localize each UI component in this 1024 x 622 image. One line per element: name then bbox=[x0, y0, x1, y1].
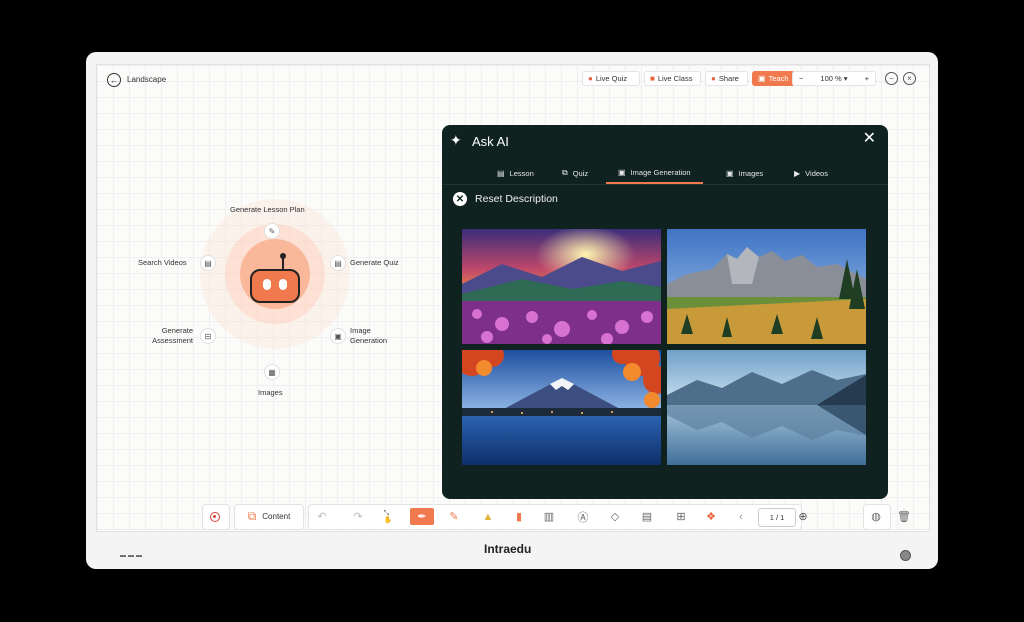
undo-icon[interactable]: ↶ bbox=[315, 508, 329, 525]
mountain-lake-reflection-image bbox=[667, 350, 866, 465]
lesson-plan-icon[interactable]: ✎ bbox=[264, 223, 280, 239]
eraser-icon[interactable]: ▮ bbox=[511, 508, 527, 525]
lesson-icon: ▤ bbox=[497, 168, 505, 178]
quiz-icon: ⧉ bbox=[562, 168, 568, 177]
next-page-icon[interactable]: ⊕ bbox=[796, 508, 810, 525]
sparkle-icon: ✦ bbox=[450, 132, 462, 148]
tab-image-generation[interactable]: ▣ Image Generation bbox=[606, 162, 703, 184]
content-button[interactable]: ⧉ Content bbox=[239, 508, 299, 525]
search-videos-icon[interactable]: ▤ bbox=[200, 255, 216, 271]
mountain-peaks-image bbox=[667, 229, 866, 344]
redo-icon[interactable]: ↷ bbox=[351, 508, 365, 525]
search-videos-label: Search Videos bbox=[138, 258, 187, 267]
share-users-icon: ● bbox=[711, 74, 716, 83]
brand-logo: Intraedu bbox=[484, 542, 532, 556]
zoom-in-button[interactable]: + bbox=[865, 74, 869, 83]
image-generation-tab-icon: ▣ bbox=[618, 167, 626, 177]
robot-eye-left bbox=[263, 279, 271, 290]
videos-tab-icon: ▶ bbox=[794, 168, 801, 178]
reset-description-button[interactable]: ✕ Reset Description bbox=[453, 192, 558, 206]
smartboard-device: ← Landscape ● Live Quiz ■ Live Class ● S… bbox=[86, 52, 938, 569]
tab-videos[interactable]: ▶ Videos bbox=[794, 162, 828, 184]
text-box-icon[interactable]: Ⓐ bbox=[575, 508, 591, 525]
pen-tool-icon[interactable]: ✒ bbox=[410, 508, 434, 525]
mount-fuji-autumn-image bbox=[462, 350, 661, 465]
generate-quiz-label: Generate Quiz bbox=[350, 258, 399, 267]
generated-image-1[interactable] bbox=[462, 229, 661, 344]
image-generation-label: Image Generation bbox=[350, 326, 388, 345]
teach-button[interactable]: ▣ Teach bbox=[752, 71, 795, 86]
minimize-icon[interactable]: − bbox=[885, 72, 898, 85]
highlighter-icon[interactable]: ▲ bbox=[479, 508, 497, 525]
image-generation-icon[interactable]: ▣ bbox=[330, 328, 346, 344]
top-bar: ← Landscape ● Live Quiz ■ Live Class ● S… bbox=[97, 65, 929, 95]
tab-quiz[interactable]: ⧉ Quiz bbox=[562, 162, 588, 184]
ai-robot-icon[interactable] bbox=[250, 269, 300, 303]
tab-images[interactable]: ▣ Images bbox=[726, 162, 763, 184]
zoom-level-select[interactable]: 100 % ▾ bbox=[820, 74, 847, 83]
whiteboard-canvas[interactable]: ← Landscape ● Live Quiz ■ Live Class ● S… bbox=[96, 64, 930, 532]
record-icon bbox=[210, 511, 220, 522]
power-button-icon[interactable] bbox=[900, 550, 911, 561]
magic-pen-icon[interactable]: ✎ bbox=[445, 508, 463, 525]
media-icon[interactable]: ▤ bbox=[639, 508, 655, 525]
trash-icon[interactable]: 🗑 bbox=[895, 508, 913, 525]
board-title: Landscape bbox=[127, 75, 167, 84]
live-class-button[interactable]: ■ Live Class bbox=[644, 71, 701, 86]
add-page-icon[interactable]: ⊞ bbox=[673, 508, 689, 525]
close-panel-icon[interactable]: ✕ bbox=[863, 131, 876, 147]
content-library-icon: ⧉ bbox=[247, 509, 257, 523]
reset-close-icon: ✕ bbox=[453, 192, 467, 206]
robot-antenna bbox=[282, 257, 284, 269]
select-move-icon[interactable]: ⤡ ✋ bbox=[383, 508, 393, 525]
images-tab-icon: ▣ bbox=[726, 168, 734, 178]
images-icon[interactable]: ▦ bbox=[264, 364, 280, 380]
ruler-icon[interactable]: ▥ bbox=[541, 508, 557, 525]
shapes-icon[interactable]: ◇ bbox=[607, 508, 623, 525]
record-button[interactable] bbox=[207, 508, 223, 525]
tab-lesson[interactable]: ▤ Lesson bbox=[497, 162, 534, 184]
assessment-icon[interactable]: ⊟ bbox=[200, 328, 216, 344]
widgets-icon[interactable]: ❖ bbox=[703, 508, 719, 525]
sunset-valley-image bbox=[462, 229, 661, 344]
robot-eye-right bbox=[279, 279, 287, 290]
generate-assessment-label: Generate Assessment bbox=[152, 326, 193, 345]
close-icon[interactable]: × bbox=[903, 72, 916, 85]
share-button[interactable]: ● Share bbox=[705, 71, 748, 86]
generated-image-4[interactable] bbox=[667, 350, 866, 465]
live-quiz-button[interactable]: ● Live Quiz bbox=[582, 71, 640, 86]
generated-image-2[interactable] bbox=[667, 229, 866, 344]
zoom-control: − 100 % ▾ + bbox=[792, 71, 876, 86]
generate-lesson-plan-label: Generate Lesson Plan bbox=[230, 205, 305, 214]
generated-image-3[interactable] bbox=[462, 350, 661, 465]
generate-quiz-icon[interactable]: ▤ bbox=[330, 255, 346, 271]
globe-icon[interactable]: ◍ bbox=[868, 508, 884, 525]
class-icon: ■ bbox=[650, 74, 655, 83]
ask-ai-panel: ✦ Ask AI ✕ ▤ Lesson ⧉ Quiz ▣ Image Gener… bbox=[442, 125, 888, 499]
bezel-buttons-icon: ▬▬▬ bbox=[120, 553, 144, 559]
ask-ai-title: Ask AI bbox=[472, 134, 509, 149]
back-arrow-icon[interactable]: ← bbox=[107, 73, 121, 87]
page-indicator: 1 / 1 bbox=[758, 508, 796, 527]
location-pin-icon: ● bbox=[588, 74, 593, 83]
ask-ai-tabs: ▤ Lesson ⧉ Quiz ▣ Image Generation ▣ Ima… bbox=[442, 162, 888, 185]
previous-page-icon[interactable]: ‹ bbox=[734, 508, 748, 525]
zoom-out-button[interactable]: − bbox=[799, 74, 803, 83]
images-label: Images bbox=[258, 388, 283, 397]
teach-board-icon: ▣ bbox=[758, 74, 766, 83]
